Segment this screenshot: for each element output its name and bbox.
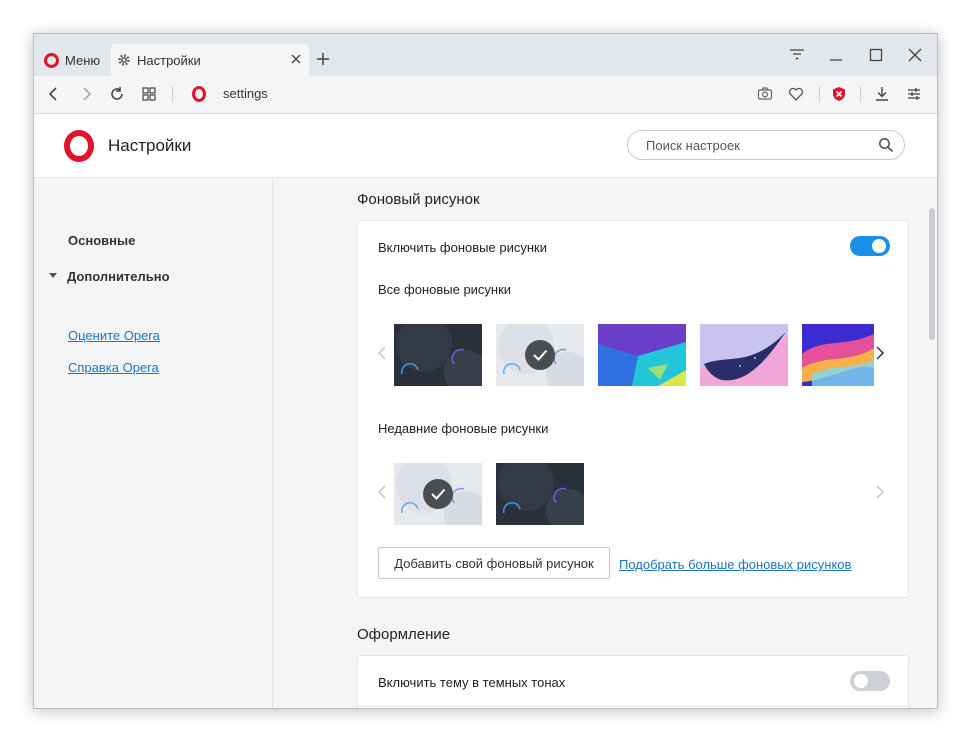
row-divider [358,706,908,707]
download-icon[interactable] [873,85,891,103]
divider [819,86,820,103]
maximize-icon[interactable] [867,46,885,64]
opera-logo-icon [44,52,59,68]
back-icon[interactable] [45,85,63,103]
reload-icon[interactable] [108,85,126,103]
all-wallpapers-label: Все фоновые рисунки [378,282,512,297]
toggle-knob [854,674,868,688]
selected-check-icon [423,479,453,509]
opera-help-link[interactable]: Справка Opera [68,360,159,375]
wallpaper-thumbnail[interactable] [394,324,482,386]
opera-url-icon [192,86,206,102]
search-box[interactable] [627,130,905,160]
dark-theme-label: Включить тему в темных тонах [378,675,566,690]
enable-wallpapers-toggle[interactable] [850,236,890,256]
menu-label: Меню [65,52,101,68]
add-wallpaper-button[interactable]: Добавить свой фоновый рисунок [378,547,610,579]
rate-opera-link[interactable]: Оцените Opera [68,328,160,343]
expand-triangle-icon[interactable] [49,273,57,278]
camera-icon[interactable] [756,85,774,103]
heart-icon[interactable] [787,85,805,103]
dark-theme-toggle[interactable] [850,671,890,691]
tab-settings[interactable]: Настройки [111,44,309,76]
close-window-icon[interactable] [906,46,924,64]
chevron-left-icon[interactable] [376,345,388,361]
scrollbar[interactable] [929,208,935,340]
tab-settings-label: Настройки [137,52,201,68]
appearance-card: Включить тему в темных тонах [357,655,909,708]
adblock-shield-icon[interactable] [830,85,848,103]
divider [860,86,861,103]
speed-dial-grid-icon[interactable] [140,85,158,103]
appearance-section-title: Оформление [357,626,451,643]
search-input[interactable] [644,137,868,154]
enable-wallpapers-label: Включить фоновые рисунки [378,240,547,255]
new-tab-icon[interactable] [314,50,332,68]
sidebar: Основные Дополнительно Оцените Opera Спр… [34,178,273,708]
wallpaper-section-title: Фоновый рисунок [357,191,480,208]
page-title: Настройки [108,136,192,155]
wallpaper-thumbnail-selected[interactable] [496,324,584,386]
browser-window: Меню Настройки settings Настройки Поиск … [33,33,938,709]
chevron-right-icon[interactable] [874,345,886,361]
tab-strip: Меню Настройки [34,34,937,76]
wallpaper-card: Включить фоновые рисунки Все фоновые рис… [357,220,909,598]
toggle-knob [872,239,886,253]
divider [172,86,173,103]
chevron-left-icon[interactable] [376,484,388,500]
gear-icon [118,54,130,66]
selected-check-icon [525,340,555,370]
chevron-right-icon[interactable] [874,484,886,500]
recent-wallpaper-thumbnail[interactable] [496,463,584,525]
menu-button[interactable]: Меню [40,44,108,76]
wallpaper-thumbnail[interactable] [598,324,686,386]
minimize-icon[interactable] [827,46,845,64]
main-content: Фоновый рисунок Включить фоновые рисунки… [273,178,937,708]
sidebar-item-basic[interactable]: Основные [68,233,135,248]
wallpaper-thumbnail[interactable] [802,324,874,386]
close-tab-icon[interactable] [289,52,303,66]
recent-wallpapers-label: Недавние фоновые рисунки [378,421,549,436]
search-icon[interactable] [878,137,894,153]
settings-header: Настройки [34,114,937,178]
sidebar-item-advanced[interactable]: Дополнительно [67,269,170,284]
address-bar: settings [34,76,937,114]
url-field[interactable]: settings [223,86,268,101]
easy-setup-sliders-icon[interactable] [905,85,923,103]
easy-setup-icon[interactable] [788,46,806,64]
opera-logo-icon [64,130,94,162]
more-wallpapers-link[interactable]: Подобрать больше фоновых рисунков [619,557,851,572]
recent-wallpaper-thumbnail-selected[interactable] [394,463,482,525]
forward-icon[interactable] [77,85,95,103]
wallpaper-thumbnail[interactable] [700,324,788,386]
